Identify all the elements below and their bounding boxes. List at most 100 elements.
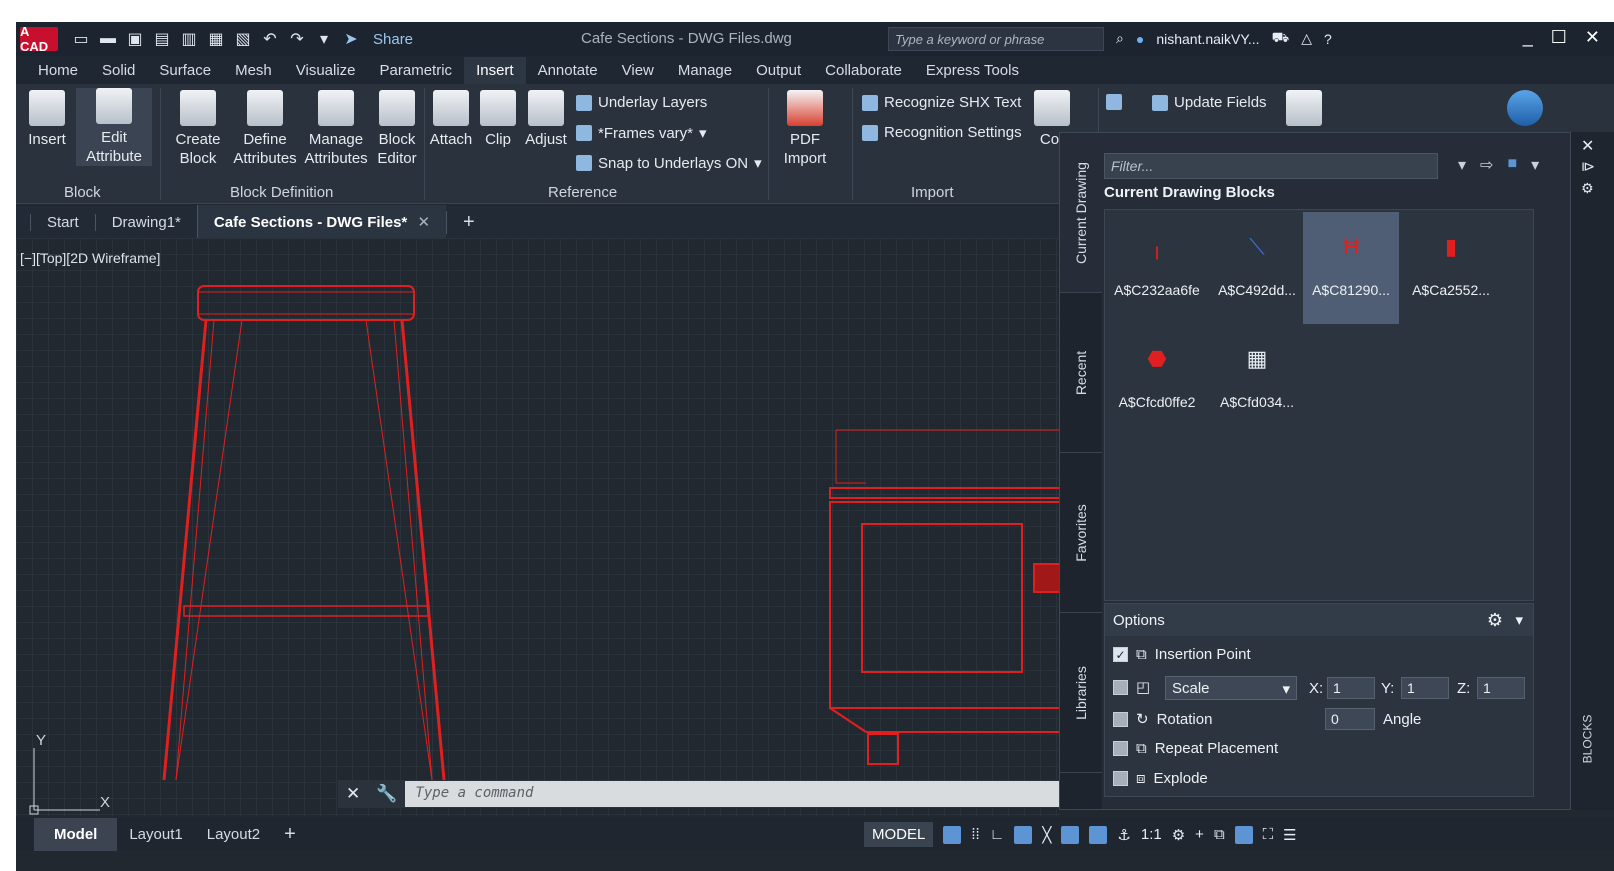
model-space-toggle[interactable]: MODEL <box>864 822 934 847</box>
drawing-canvas[interactable]: [−][Top][2D Wireframe] Y X <box>16 238 1061 816</box>
customize-dropdown-icon[interactable]: ▾ <box>315 29 333 49</box>
rotation-checkbox[interactable] <box>1113 711 1128 727</box>
app-logo[interactable]: A CAD <box>20 24 58 54</box>
block-item[interactable]: ▮ A$Ca2552... <box>1403 212 1499 324</box>
tab-annotate[interactable]: Annotate <box>526 57 610 84</box>
import-block-icon[interactable]: ⇨ <box>1480 155 1493 175</box>
close-icon[interactable]: ✕ <box>1585 27 1600 48</box>
help-icon[interactable]: ? <box>1324 31 1332 47</box>
explode-option[interactable]: ⧈ Explode <box>1113 770 1208 787</box>
block-item-selected[interactable]: Ħ A$C81290... <box>1303 212 1399 324</box>
annotation-visibility-icon[interactable]: ⚓ <box>1117 826 1130 844</box>
hardware-acceleration-icon[interactable] <box>1234 825 1253 844</box>
tab-express-tools[interactable]: Express Tools <box>914 57 1031 84</box>
block-item[interactable]: ╷ A$C232aa6fe <box>1109 212 1205 324</box>
scale-z-input[interactable]: 1 <box>1477 677 1525 699</box>
isolate-icon[interactable]: ⧉ <box>1214 826 1225 843</box>
manage-attributes-button[interactable]: Manage Attributes <box>302 90 370 168</box>
chevron-down-icon[interactable]: ▾ <box>1531 155 1539 175</box>
tab-view[interactable]: View <box>610 57 666 84</box>
tab-mesh[interactable]: Mesh <box>223 57 284 84</box>
user-icon[interactable]: ● <box>1136 31 1144 47</box>
new-file-icon[interactable]: ▭ <box>72 29 90 49</box>
wrench-icon[interactable]: 🔧 <box>368 784 405 804</box>
layout-tab-layout1[interactable]: Layout1 <box>117 826 194 843</box>
save-icon[interactable]: ▣ <box>126 29 144 49</box>
layout-tab-layout2[interactable]: Layout2 <box>195 826 272 843</box>
angle-input[interactable]: 0 <box>1325 708 1375 730</box>
menu-icon[interactable]: ☰ <box>1283 826 1296 844</box>
cart-icon[interactable]: ⛟ <box>1272 29 1290 48</box>
update-fields-button[interactable]: Update Fields <box>1152 94 1267 111</box>
search-icon[interactable]: ⌕ <box>1116 30 1124 47</box>
repeat-placement-option[interactable]: ⧉ Repeat Placement <box>1113 740 1278 757</box>
layout-tab-model[interactable]: Model <box>34 818 118 851</box>
recognize-shx-button[interactable]: Recognize SHX Text <box>862 94 1021 111</box>
properties-icon[interactable]: ⚙ <box>1581 180 1594 197</box>
isodraft-icon[interactable]: ╳ <box>1042 826 1051 844</box>
minimize-icon[interactable]: _ <box>1523 27 1533 48</box>
palette-tab-libraries[interactable]: Libraries <box>1060 613 1102 773</box>
chevron-down-icon[interactable]: ▾ <box>1515 611 1523 629</box>
snap-icon[interactable]: ⁞⁞ <box>971 826 979 843</box>
user-name[interactable]: nishant.naikVY... <box>1156 31 1259 47</box>
snap-underlays-dropdown[interactable]: Snap to Underlays ON ▾ <box>576 154 762 172</box>
close-icon[interactable]: ✕ <box>417 214 430 231</box>
view-mode-icon[interactable]: ■ <box>1507 155 1517 175</box>
polar-tracking-icon[interactable] <box>1014 825 1033 844</box>
redo-icon[interactable]: ↷ <box>288 29 306 49</box>
data-extraction-button[interactable] <box>1106 94 1122 110</box>
open-folder-icon[interactable]: ▬ <box>99 30 117 48</box>
add-layout-button[interactable]: + <box>272 823 308 846</box>
share-button[interactable]: Share <box>373 31 413 48</box>
clip-button[interactable]: Clip <box>478 90 518 149</box>
print-icon[interactable]: ▧ <box>234 29 252 49</box>
scale-y-input[interactable]: 1 <box>1401 677 1449 699</box>
tab-manage[interactable]: Manage <box>666 57 744 84</box>
osnap-icon[interactable] <box>1089 825 1108 844</box>
palette-tab-current-drawing[interactable]: Current Drawing <box>1060 133 1102 293</box>
search-input[interactable]: Type a keyword or phrase <box>888 27 1104 51</box>
globe-button[interactable] <box>1504 90 1546 130</box>
attach-button[interactable]: Attach <box>428 90 474 149</box>
object-snap-tracking-icon[interactable] <box>1061 825 1080 844</box>
palette-tab-recent[interactable]: Recent <box>1060 293 1102 453</box>
adjust-button[interactable]: Adjust <box>522 90 570 149</box>
maximize-icon[interactable]: ☐ <box>1551 27 1567 48</box>
grid-icon[interactable] <box>943 825 962 844</box>
block-item[interactable]: ⬣ A$Cfcd0ffe2 <box>1109 324 1205 436</box>
block-editor-button[interactable]: Block Editor <box>374 90 420 168</box>
ole-object-button[interactable] <box>1284 90 1324 130</box>
group-label-reference[interactable]: Reference <box>548 184 617 201</box>
close-icon[interactable]: ✕ <box>1581 136 1594 156</box>
doc-tab-start[interactable]: Start <box>30 213 95 231</box>
close-icon[interactable]: ✕ <box>338 784 368 804</box>
tab-collaborate[interactable]: Collaborate <box>813 57 914 84</box>
insertion-point-option[interactable]: ✓ ⧉ Insertion Point <box>1113 646 1251 663</box>
group-label-import[interactable]: Import <box>911 184 954 201</box>
tab-output[interactable]: Output <box>744 57 813 84</box>
publish-icon[interactable]: ▥ <box>180 29 198 49</box>
recognition-settings-button[interactable]: Recognition Settings <box>862 124 1022 141</box>
plus-icon[interactable]: + <box>1195 826 1204 843</box>
create-block-button[interactable]: Create Block <box>170 90 226 168</box>
explode-checkbox[interactable] <box>1113 771 1128 786</box>
undo-icon[interactable]: ↶ <box>261 29 279 49</box>
ortho-icon[interactable]: ∟ <box>990 826 1005 843</box>
share-icon[interactable]: ➤ <box>342 29 360 49</box>
scale-dropdown[interactable]: Scale ▾ <box>1165 676 1297 700</box>
insertion-point-checkbox[interactable]: ✓ <box>1113 647 1128 662</box>
gear-icon[interactable]: ⚙ <box>1172 826 1185 844</box>
tab-insert[interactable]: Insert <box>464 56 526 84</box>
new-tab-button[interactable]: + <box>446 210 491 234</box>
underlay-layers-button[interactable]: Underlay Layers <box>576 94 707 111</box>
export-icon[interactable]: ▦ <box>207 29 225 49</box>
edit-attribute-button[interactable]: Edit Attribute <box>76 88 152 166</box>
pdf-import-button[interactable]: PDF Import <box>778 90 832 168</box>
block-item[interactable]: ▦ A$Cfd034... <box>1209 324 1305 436</box>
tab-visualize[interactable]: Visualize <box>284 57 368 84</box>
tab-solid[interactable]: Solid <box>90 57 147 84</box>
group-label-block-definition[interactable]: Block Definition <box>230 184 333 201</box>
command-input[interactable]: Type a command <box>405 781 1083 807</box>
insert-button[interactable]: Insert <box>22 90 72 149</box>
